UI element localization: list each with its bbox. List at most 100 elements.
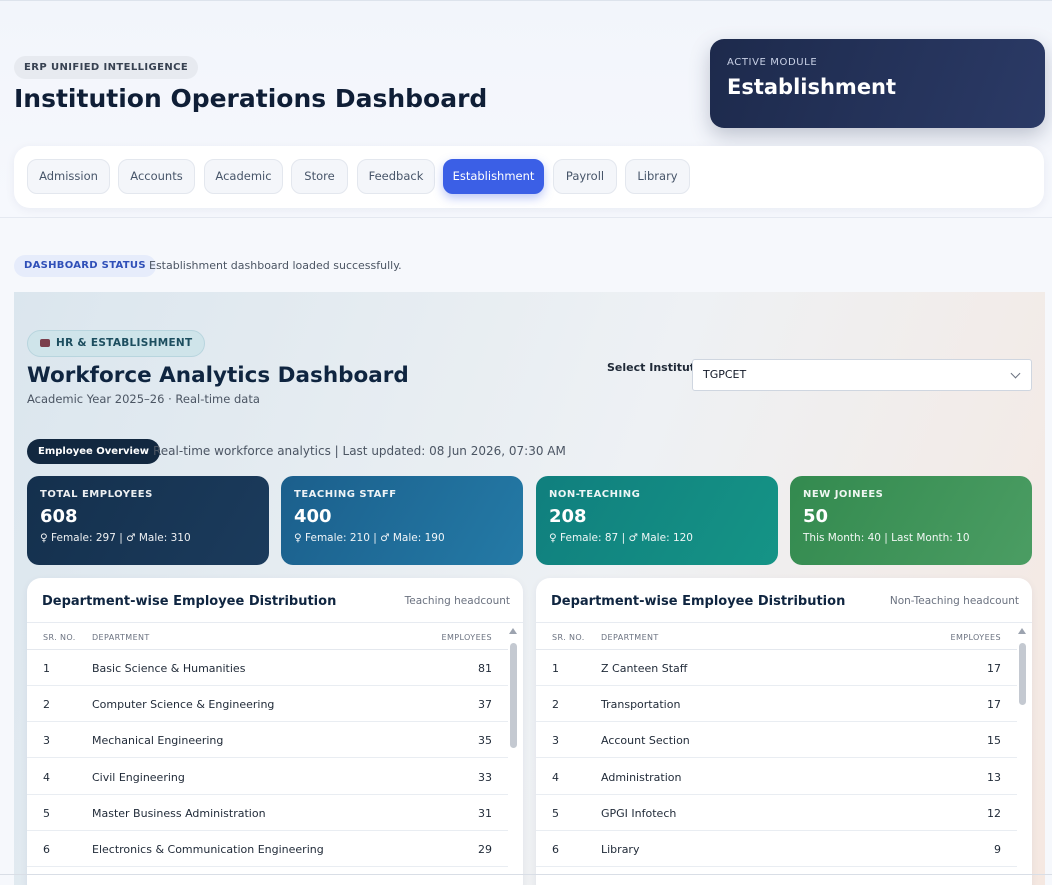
table-row: 6 Electronics & Communication Engineering… <box>27 831 508 867</box>
card-header: Department-wise Employee Distribution No… <box>536 578 1032 623</box>
table-row: 3 Mechanical Engineering 35 <box>27 722 508 758</box>
cell-sr: 1 <box>552 662 559 675</box>
tab-store[interactable]: Store <box>291 159 348 194</box>
active-module-card: ACTIVE MODULE Establishment <box>710 39 1045 128</box>
cell-sr: 4 <box>43 771 50 784</box>
cell-dept: Administration <box>601 771 682 784</box>
bottom-divider <box>0 874 1052 875</box>
cell-emp: 12 <box>987 807 1001 820</box>
stat-non-teaching: NON-TEACHING 208 ♀ Female: 87 | ♂ Male: … <box>536 476 778 565</box>
cell-emp: 37 <box>478 698 492 711</box>
employee-overview-pill: Employee Overview <box>27 439 160 464</box>
hr-tag-label: HR & ESTABLISHMENT <box>56 337 193 349</box>
erp-tag: ERP UNIFIED INTELLIGENCE <box>14 56 199 79</box>
col-department: DEPARTMENT <box>92 633 150 642</box>
cell-emp: 15 <box>987 734 1001 747</box>
workforce-title: Workforce Analytics Dashboard <box>27 363 409 388</box>
cell-dept: Electronics & Communication Engineering <box>92 843 324 856</box>
table-row: 1 Basic Science & Humanities 81 <box>27 650 508 686</box>
cell-sr: 4 <box>552 771 559 784</box>
top-divider <box>0 0 1052 1</box>
table-row: 4 Civil Engineering 33 <box>27 759 508 795</box>
cell-dept: Basic Science & Humanities <box>92 662 246 675</box>
card-subtitle: Non-Teaching headcount <box>889 595 1019 607</box>
scrollbar[interactable] <box>509 628 518 885</box>
cell-emp: 29 <box>478 843 492 856</box>
table-header: SR. NO. DEPARTMENT EMPLOYEES <box>27 623 508 650</box>
table-row: 4 Administration 13 <box>536 759 1017 795</box>
cell-dept: Transportation <box>601 698 681 711</box>
table-row: 3 Account Section 15 <box>536 722 1017 758</box>
table-row: 1 Z Canteen Staff 17 <box>536 650 1017 686</box>
stat-teaching-staff: TEACHING STAFF 400 ♀ Female: 210 | ♂ Mal… <box>281 476 523 565</box>
stat-new-joinees: NEW JOINEES 50 This Month: 40 | Last Mon… <box>790 476 1032 565</box>
stat-value: 208 <box>549 506 587 527</box>
tab-accounts[interactable]: Accounts <box>118 159 195 194</box>
tab-feedback[interactable]: Feedback <box>357 159 435 194</box>
cell-sr: 6 <box>552 843 559 856</box>
card-title: Department-wise Employee Distribution <box>551 594 846 609</box>
card-subtitle: Teaching headcount <box>404 595 510 607</box>
chevron-down-icon <box>1010 368 1021 379</box>
stat-label: TEACHING STAFF <box>294 489 397 500</box>
cell-sr: 6 <box>43 843 50 856</box>
dashboard-status-text: Establishment dashboard loaded successfu… <box>149 259 402 272</box>
cell-sr: 3 <box>43 734 50 747</box>
scroll-up-arrow-icon[interactable] <box>509 628 517 634</box>
card-title: Department-wise Employee Distribution <box>42 594 337 609</box>
cell-emp: 9 <box>994 843 1001 856</box>
dashboard-status-badge: DASHBOARD STATUS <box>14 255 156 277</box>
cell-dept: Master Business Administration <box>92 807 266 820</box>
nonteaching-distribution-card: Department-wise Employee Distribution No… <box>536 578 1032 885</box>
stat-label: TOTAL EMPLOYEES <box>40 489 153 500</box>
briefcase-icon <box>40 339 50 347</box>
scrollbar[interactable] <box>1018 628 1027 885</box>
cell-sr: 1 <box>43 662 50 675</box>
tab-admission[interactable]: Admission <box>27 159 110 194</box>
scrollbar-thumb[interactable] <box>510 643 517 748</box>
col-employees: EMPLOYEES <box>441 633 492 642</box>
cell-sr: 5 <box>552 807 559 820</box>
tab-library[interactable]: Library <box>625 159 690 194</box>
stat-sub: This Month: 40 | Last Month: 10 <box>803 532 970 544</box>
stat-value: 400 <box>294 506 332 527</box>
stat-value: 608 <box>40 506 78 527</box>
cell-sr: 2 <box>552 698 559 711</box>
cell-sr: 2 <box>43 698 50 711</box>
institute-select[interactable]: TGPCET <box>692 359 1032 391</box>
tab-establishment[interactable]: Establishment <box>443 159 544 194</box>
stat-value: 50 <box>803 506 829 527</box>
col-sr-no: SR. NO. <box>43 633 76 642</box>
cell-emp: 17 <box>987 662 1001 675</box>
cell-emp: 31 <box>478 807 492 820</box>
cell-emp: 33 <box>478 771 492 784</box>
stat-label: NON-TEACHING <box>549 489 641 500</box>
hr-panel: HR & ESTABLISHMENT Workforce Analytics D… <box>14 292 1045 885</box>
table-row: 6 Library 9 <box>536 831 1017 867</box>
col-employees: EMPLOYEES <box>950 633 1001 642</box>
cell-sr: 3 <box>552 734 559 747</box>
tab-payroll[interactable]: Payroll <box>553 159 617 194</box>
stat-sub: ♀ Female: 87 | ♂ Male: 120 <box>549 532 693 544</box>
scrollbar-thumb[interactable] <box>1019 643 1026 705</box>
hr-establishment-tag: HR & ESTABLISHMENT <box>27 330 206 357</box>
cell-emp: 17 <box>987 698 1001 711</box>
scroll-up-arrow-icon[interactable] <box>1018 628 1026 634</box>
stat-sub: ♀ Female: 297 | ♂ Male: 310 <box>40 532 191 544</box>
table-row: 5 Master Business Administration 31 <box>27 795 508 831</box>
institute-select-value: TGPCET <box>703 368 747 381</box>
workforce-subtitle: Academic Year 2025–26 · Real-time data <box>27 392 260 406</box>
tab-academic[interactable]: Academic <box>204 159 283 194</box>
cell-dept: Mechanical Engineering <box>92 734 224 747</box>
table-header: SR. NO. DEPARTMENT EMPLOYEES <box>536 623 1017 650</box>
stat-sub: ♀ Female: 210 | ♂ Male: 190 <box>294 532 445 544</box>
cell-dept: Computer Science & Engineering <box>92 698 275 711</box>
table-row: 5 GPGI Infotech 12 <box>536 795 1017 831</box>
cell-dept: Library <box>601 843 640 856</box>
page-title: Institution Operations Dashboard <box>14 84 488 113</box>
col-department: DEPARTMENT <box>601 633 659 642</box>
cell-dept: GPGI Infotech <box>601 807 677 820</box>
table-row: 2 Computer Science & Engineering 37 <box>27 686 508 722</box>
col-sr-no: SR. NO. <box>552 633 585 642</box>
stat-total-employees: TOTAL EMPLOYEES 608 ♀ Female: 297 | ♂ Ma… <box>27 476 269 565</box>
